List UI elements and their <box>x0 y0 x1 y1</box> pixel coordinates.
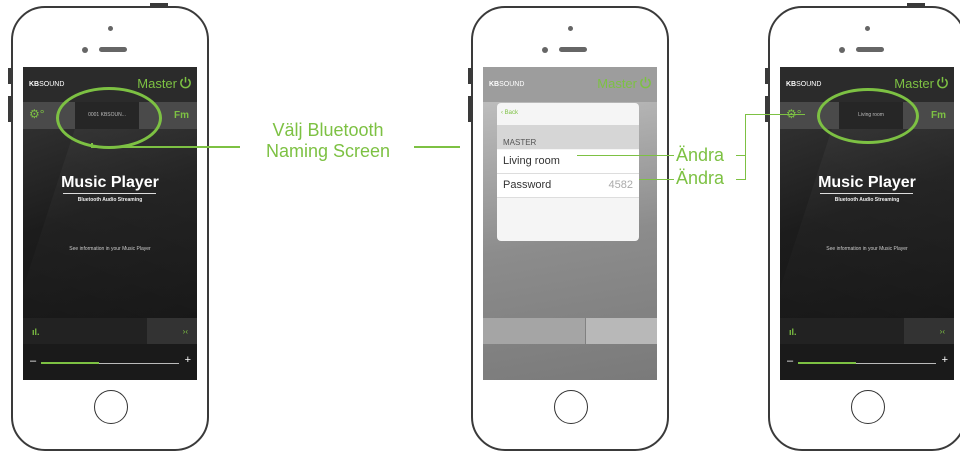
edit-annotation-2: Ändra <box>676 168 725 188</box>
phone-left-side-button <box>8 68 12 84</box>
phone-left-side-button <box>8 96 12 122</box>
power-icon[interactable] <box>179 76 192 89</box>
brand-logo: KBSOUND <box>29 81 65 88</box>
highlight-ring-left <box>56 87 162 149</box>
bottom-bar <box>780 318 954 344</box>
equalizer-icon[interactable]: ıl. <box>789 327 797 337</box>
home-button[interactable] <box>851 390 885 424</box>
phone-middle-side-button <box>468 68 472 84</box>
power-icon[interactable] <box>936 76 949 89</box>
phone-middle: KBSOUND Master ‹ Back MASTER Living room… <box>471 6 669 451</box>
camera <box>568 26 573 31</box>
volume-plus-icon[interactable]: + <box>942 355 948 366</box>
connect-icon[interactable]: ›‹ <box>183 327 188 336</box>
settings-panel: ‹ Back MASTER Living room Password 4582 <box>497 103 639 241</box>
music-player-subtitle: Bluetooth Audio Streaming <box>77 197 143 203</box>
info-text: See information in your Music Player <box>826 246 908 252</box>
volume-plus-icon[interactable]: + <box>185 355 191 366</box>
earpiece-speaker <box>99 47 127 52</box>
front-sensor <box>839 47 845 53</box>
naming-screen-annotation: Välj Bluetooth Naming Screen <box>265 120 391 161</box>
front-sensor <box>542 47 548 53</box>
title-underline <box>63 193 156 194</box>
gear-icon[interactable]: ⚙° <box>29 107 45 121</box>
name-row[interactable]: Living room <box>497 150 639 174</box>
info-text: See information in your Music Player <box>69 246 151 252</box>
phone-left-top-button <box>150 3 168 7</box>
home-button[interactable] <box>554 390 588 424</box>
callout-line-password <box>639 179 674 180</box>
brand-logo: KBSOUND <box>489 81 525 88</box>
bottom-bar <box>483 318 585 344</box>
phone-right-top-button <box>907 3 925 7</box>
password-row[interactable]: Password 4582 <box>497 174 639 198</box>
master-label: Master <box>137 76 177 91</box>
front-sensor <box>82 47 88 53</box>
home-button[interactable] <box>94 390 128 424</box>
callout-line-name <box>577 155 674 156</box>
camera <box>108 26 113 31</box>
master-label: Master <box>894 76 934 91</box>
volume-fill <box>41 362 99 364</box>
fm-button[interactable]: Fm <box>931 110 946 121</box>
equalizer-icon[interactable]: ıl. <box>32 327 40 337</box>
name-field[interactable]: Living room <box>503 155 560 167</box>
brand-logo: KBSOUND <box>786 81 822 88</box>
bottom-bar <box>23 318 197 344</box>
phone-left: KBSOUND Master ⚙° 0001 KBSOUN... Fm Musi… <box>11 6 209 451</box>
naming-screen: KBSOUND Master ‹ Back MASTER Living room… <box>483 67 657 380</box>
password-field[interactable]: 4582 <box>609 179 633 191</box>
music-player-subtitle: Bluetooth Audio Streaming <box>834 197 900 203</box>
callout-bracket <box>745 114 746 180</box>
music-player-title: Music Player <box>61 174 159 191</box>
callout-line-middle <box>414 146 460 148</box>
fm-button[interactable]: Fm <box>174 110 189 121</box>
volume-fill <box>798 362 856 364</box>
earpiece-speaker <box>856 47 884 52</box>
edit-annotation-1: Ändra <box>676 145 725 165</box>
callout-line-left <box>91 146 240 148</box>
phone-middle-side-button <box>468 96 472 122</box>
power-icon[interactable] <box>639 76 652 89</box>
highlight-ring-right <box>817 88 919 144</box>
title-underline <box>820 193 913 194</box>
callout-bracket <box>745 114 805 115</box>
phone-right-side-button <box>765 68 769 84</box>
section-header: MASTER <box>497 125 639 149</box>
bottom-bar-right <box>586 318 657 344</box>
phone-right: KBSOUND Master ⚙° Living room Fm Music P… <box>768 6 960 451</box>
camera <box>865 26 870 31</box>
volume-minus-icon[interactable]: – <box>30 356 36 367</box>
earpiece-speaker <box>559 47 587 52</box>
volume-minus-icon[interactable]: – <box>787 356 793 367</box>
master-label: Master <box>597 76 637 91</box>
connect-icon[interactable]: ›‹ <box>940 327 945 336</box>
back-button[interactable]: ‹ Back <box>501 110 518 116</box>
password-label: Password <box>503 179 552 191</box>
phone-right-side-button <box>765 96 769 122</box>
music-player-title: Music Player <box>818 174 916 191</box>
